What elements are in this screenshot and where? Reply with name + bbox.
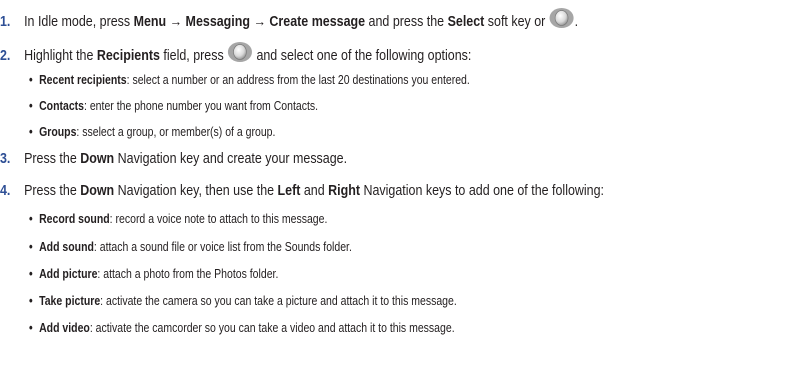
bullet: •	[29, 321, 33, 335]
option-term: Add video	[39, 321, 90, 335]
option-desc: : attach a sound file or voice list from…	[93, 240, 352, 254]
option-term: Add sound	[39, 240, 94, 254]
bullet: •	[29, 125, 33, 139]
option-take-picture: • Take picture: activate the camera so yo…	[29, 293, 457, 309]
step-number: 4.	[0, 183, 11, 199]
option-desc: : enter the phone number you want from C…	[84, 99, 319, 113]
step-4: 4. Press the Down Navigation key, then us…	[0, 182, 604, 200]
step-text: and select one of the following options:	[252, 47, 472, 64]
step-number: 3.	[0, 151, 11, 167]
option-term: Contacts	[39, 99, 85, 113]
bullet: •	[29, 294, 33, 308]
recipients-term: Recipients	[96, 47, 160, 64]
step-text: In Idle mode, press	[24, 13, 134, 30]
option-desc: : activate the camera so you can take a …	[100, 294, 457, 308]
option-desc: : attach a photo from the Photos folder.	[97, 267, 279, 281]
down-term: Down	[80, 151, 115, 167]
option-term: Groups	[39, 125, 77, 139]
option-desc: : record a voice note to attach to this …	[109, 212, 328, 226]
step-text: Press the	[24, 151, 81, 167]
bullet: •	[29, 267, 33, 281]
option-term: Take picture	[39, 294, 101, 308]
step-number: 1.	[0, 13, 11, 30]
bullet: •	[29, 240, 33, 254]
bullet: •	[29, 212, 33, 226]
step-text: and	[300, 183, 329, 199]
step-text: and press the	[365, 13, 448, 30]
step-3: 3. Press the Down Navigation key and crea…	[0, 150, 347, 168]
center-select-key-icon	[549, 7, 575, 34]
option-add-sound: • Add sound: attach a sound file or voice…	[29, 239, 352, 255]
option-add-video: • Add video: activate the camcorder so yo…	[29, 320, 455, 336]
step-text: field, press	[159, 47, 228, 64]
bullet: •	[29, 73, 33, 87]
option-desc: : sselect a group, or member(s) of a gro…	[76, 125, 276, 139]
option-add-picture: • Add picture: attach a photo from the Ph…	[29, 266, 278, 282]
option-contacts: • Contacts: enter the phone number you wa…	[29, 98, 318, 114]
option-recent-recipients: • Recent recipients: select a number or a…	[29, 72, 470, 88]
step-1: 1. In Idle mode, press Menu → Messaging →…	[0, 7, 579, 34]
step-text: soft key or	[484, 13, 549, 30]
option-desc: : select a number or an address from the…	[126, 73, 470, 87]
arrow-glyph: →	[169, 13, 183, 30]
step-text: .	[574, 13, 579, 30]
bullet: •	[29, 99, 33, 113]
menu-term: Menu	[133, 13, 167, 30]
down-term: Down	[80, 183, 115, 199]
step-text: Highlight the	[24, 47, 97, 64]
step-text: Navigation key and create your message.	[114, 151, 348, 167]
option-desc: : activate the camcorder so you can take…	[89, 321, 455, 335]
create-message-term: Create message	[269, 13, 366, 30]
option-term: Record sound	[39, 212, 110, 226]
select-term: Select	[447, 13, 485, 30]
step-2: 2. Highlight the Recipients field, press …	[0, 41, 472, 68]
right-term: Right	[328, 183, 361, 199]
option-term: Add picture	[39, 267, 98, 281]
step-number: 2.	[0, 47, 11, 64]
step-text: Press the	[24, 183, 81, 199]
arrow-glyph: →	[253, 13, 266, 30]
option-term: Recent recipients	[39, 73, 127, 87]
option-record-sound: • Record sound: record a voice note to at…	[29, 211, 327, 227]
step-text: Navigation keys to add one of the follow…	[360, 183, 605, 199]
instruction-page: 1. In Idle mode, press Menu → Messaging →…	[0, 0, 803, 375]
center-select-key-icon	[227, 41, 253, 68]
messaging-term: Messaging	[185, 13, 251, 30]
step-text: Navigation key, then use the	[114, 183, 278, 199]
option-groups: • Groups: sselect a group, or member(s) o…	[29, 124, 275, 140]
left-term: Left	[277, 183, 301, 199]
